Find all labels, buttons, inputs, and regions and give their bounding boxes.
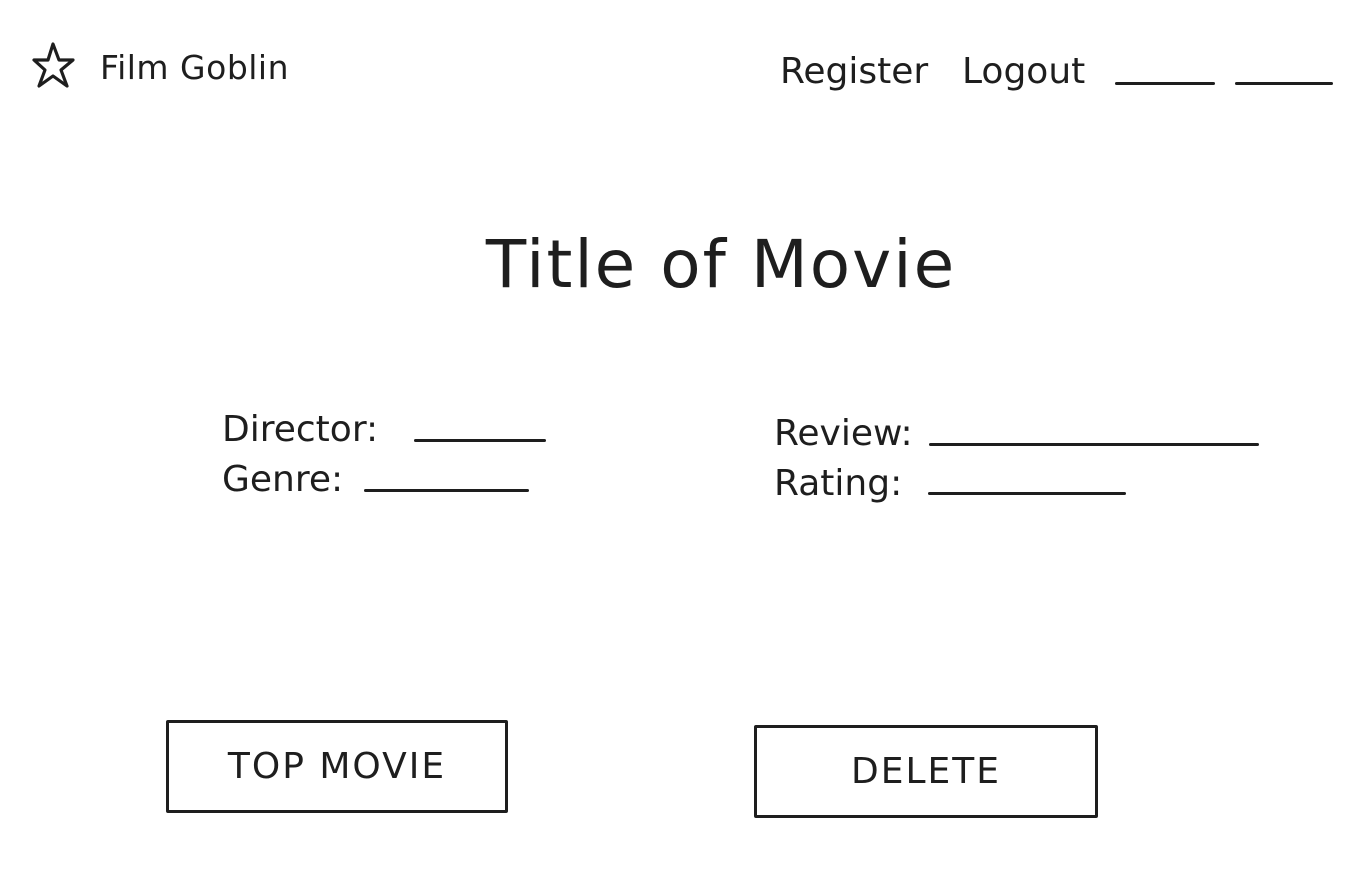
delete-button[interactable]: DELETE [754,725,1098,818]
rating-value [928,492,1126,495]
register-link[interactable]: Register [780,50,928,94]
nav-placeholder-line[interactable] [1115,82,1215,85]
genre-value [364,489,529,492]
top-movie-button[interactable]: TOP MOVIE [166,720,508,813]
star-icon [32,42,75,88]
page-title: Title of Movie [0,222,1362,308]
rating-label: Rating: [774,463,903,504]
review-value [929,443,1259,446]
director-label: Director: [222,409,379,450]
logout-link[interactable]: Logout [962,50,1085,94]
director-value [414,439,546,442]
movie-title-text: Title of Movie [485,226,957,303]
review-label: Review: [774,413,913,454]
brand-name[interactable]: Film Goblin [100,46,289,90]
genre-label: Genre: [222,459,344,500]
nav-placeholder-line[interactable] [1235,82,1333,85]
